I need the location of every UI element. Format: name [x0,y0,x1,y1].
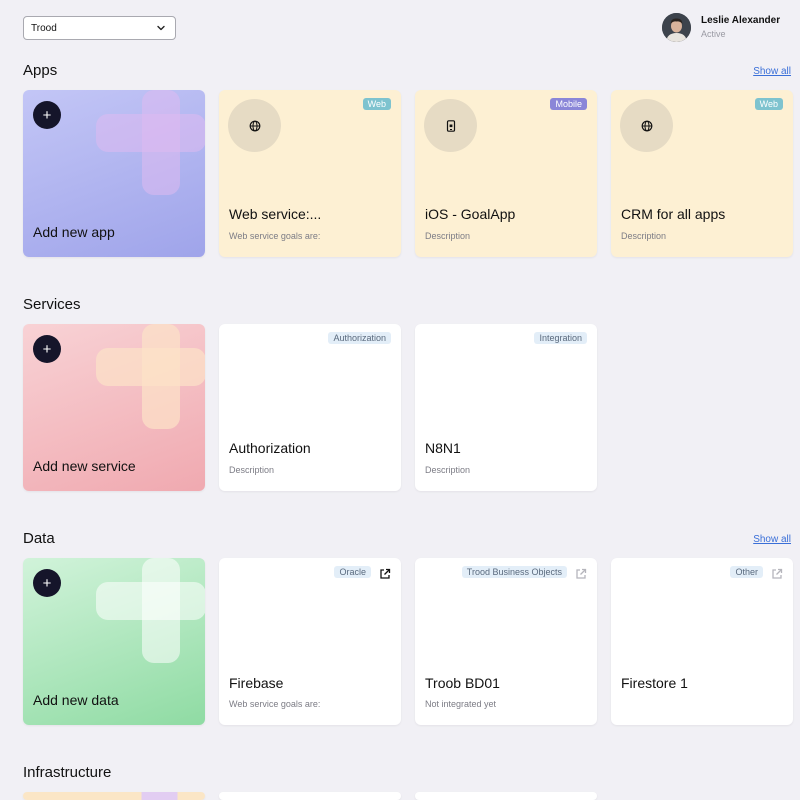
globe-icon [620,99,673,152]
section-title-data: Data [23,530,55,547]
plus-decoration-icon [96,324,205,429]
app-card[interactable]: Mobile iOS - GoalApp Description [415,90,597,257]
add-new-service-card[interactable]: + Add new service [23,324,205,491]
add-new-data-label: Add new data [33,692,119,708]
data-title: Troob BD01 [425,675,500,691]
app-type-badge: Mobile [550,98,587,110]
plus-decoration-icon [96,90,205,195]
app-type-badge: Web [362,98,391,110]
data-source-badge: Other [730,566,763,578]
globe-icon [228,99,281,152]
app-description: Description [621,231,667,241]
mobile-icon [424,99,477,152]
service-card[interactable]: Authorization Authorization Description [219,324,401,491]
service-description: Description [229,465,275,475]
app-title: Web service:... [229,206,322,222]
add-new-app-label: Add new app [33,224,115,240]
service-type-badge: Integration [534,332,587,344]
data-source-badge: Trood Business Objects [461,566,567,578]
section-title-infrastructure: Infrastructure [23,764,112,781]
apps-show-all-link[interactable]: Show all [753,66,791,77]
infrastructure-card[interactable] [415,792,597,800]
service-type-badge: Authorization [328,332,391,344]
data-title: Firebase [229,675,284,691]
avatar [662,13,691,42]
add-new-app-card[interactable]: + Add new app [23,90,205,257]
data-title: Firestore 1 [621,675,688,691]
user-name: Leslie Alexander [701,15,781,26]
plus-decoration-icon [96,558,205,663]
app-title: iOS - GoalApp [425,206,516,222]
add-new-data-card[interactable]: + Add new data [23,558,205,725]
plus-icon[interactable]: + [33,101,61,129]
project-select-value: Trood [31,22,57,34]
service-title: Authorization [229,440,311,456]
data-source-badge: Oracle [334,566,371,578]
service-title: N8N1 [425,440,461,456]
app-description: Description [425,231,471,241]
data-description: Not integrated yet [425,699,497,709]
data-card[interactable]: Other Firestore 1 [611,558,793,725]
plus-icon[interactable]: + [33,335,61,363]
external-link-icon[interactable] [379,568,391,580]
add-new-infrastructure-card[interactable] [23,792,205,800]
external-link-icon[interactable] [575,568,587,580]
user-status: Active [701,29,726,39]
service-description: Description [425,465,471,475]
infrastructure-card[interactable] [219,792,401,800]
external-link-icon[interactable] [771,568,783,580]
app-card[interactable]: Web CRM for all apps Description [611,90,793,257]
data-description: Web service goals are: [229,699,321,709]
top-bar: Trood Leslie Alexander Active [0,0,800,56]
service-card[interactable]: Integration N8N1 Description [415,324,597,491]
section-title-services: Services [23,296,81,313]
data-show-all-link[interactable]: Show all [753,534,791,545]
app-type-badge: Web [754,98,783,110]
app-description: Web service goals are: [229,231,321,241]
app-title: CRM for all apps [621,206,726,222]
data-card[interactable]: Trood Business Objects Troob BD01 Not in… [415,558,597,725]
app-card[interactable]: Web Web service:... Web service goals ar… [219,90,401,257]
chevron-down-icon [157,25,165,31]
add-new-service-label: Add new service [33,458,136,474]
plus-icon[interactable]: + [33,569,61,597]
section-title-apps: Apps [23,62,58,79]
project-select[interactable]: Trood [23,16,176,40]
data-card[interactable]: Oracle Firebase Web service goals are: [219,558,401,725]
